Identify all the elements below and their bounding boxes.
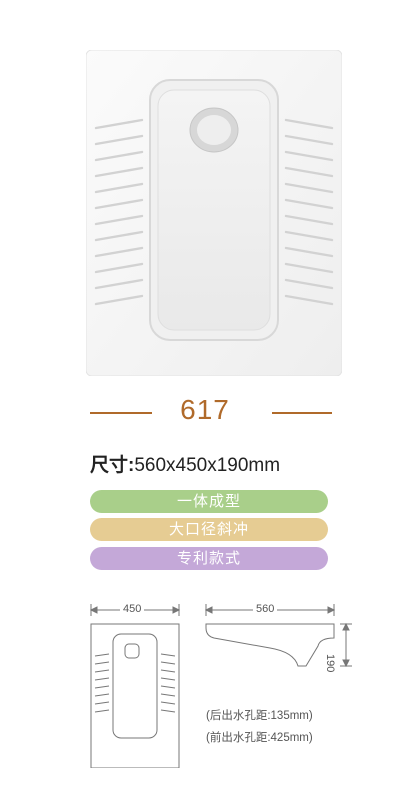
right-rule: [272, 412, 332, 414]
size-value: 560x450x190mm: [134, 455, 281, 476]
rear-outlet-note: (后出水孔距:135mm): [206, 710, 313, 722]
product-photo: [86, 50, 342, 376]
feature-pill-2: 大口径斜冲: [90, 518, 328, 541]
size-label: 尺寸:: [90, 455, 135, 476]
dim-height-label: 190: [324, 652, 336, 675]
model-number: 617: [180, 394, 230, 425]
side-view-drawing: [204, 604, 352, 668]
left-rule: [90, 412, 152, 414]
size-spec: 尺寸:560x450x190mm: [90, 450, 280, 477]
feature-pill-1: 一体成型: [90, 490, 328, 513]
front-outlet-note: (前出水孔距:425mm): [206, 732, 313, 744]
top-view-drawing: [89, 604, 181, 768]
dim-width-label: 450: [120, 603, 145, 615]
feature-pill-3: 专利款式: [90, 547, 328, 570]
dim-length-label: 560: [253, 603, 278, 615]
